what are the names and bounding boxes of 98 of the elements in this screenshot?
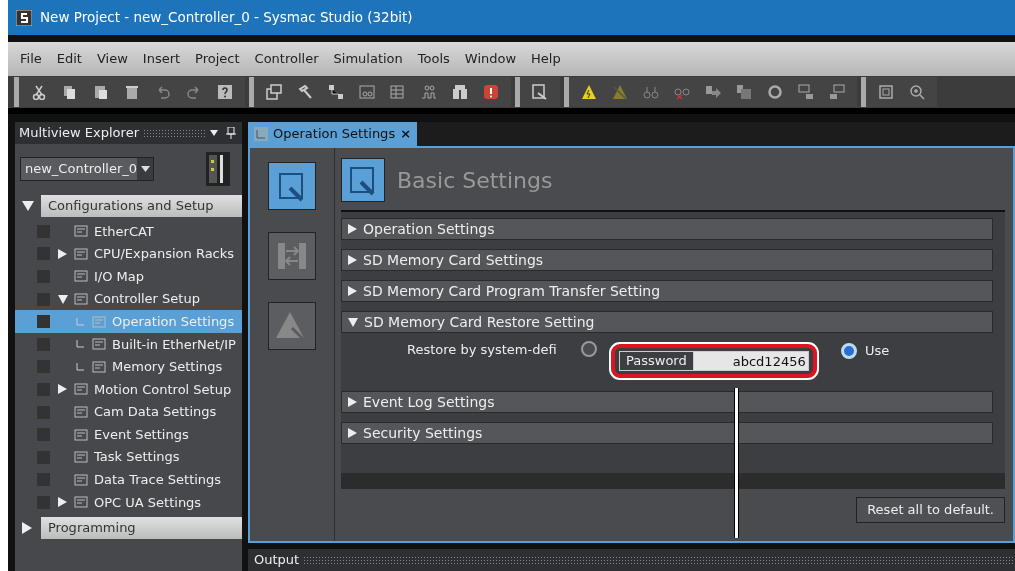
horizontal-scrollbar[interactable] <box>341 473 1005 489</box>
tree-node-icon <box>74 405 88 420</box>
tree-item[interactable]: Motion Control Setup <box>15 378 242 401</box>
controller-dropdown[interactable]: new_Controller_0 <box>20 157 154 181</box>
trash-icon[interactable] <box>124 84 140 100</box>
radio-label: Use <box>865 342 890 360</box>
hammer-icon[interactable] <box>297 84 313 100</box>
tree-node-icon <box>74 292 88 307</box>
side-view-button[interactable] <box>268 162 316 210</box>
section-header[interactable]: Configurations and Setup <box>41 195 242 217</box>
side-view-button[interactable] <box>268 302 316 350</box>
stack-icon[interactable] <box>736 84 752 100</box>
tree-node-icon <box>74 269 88 284</box>
password-label: Password <box>619 351 693 371</box>
device-compare-icon[interactable] <box>798 84 814 100</box>
tree-item[interactable]: I/O Map <box>15 265 242 288</box>
tree-item[interactable]: Cam Data Settings <box>15 400 242 424</box>
tree-node-icon <box>92 314 106 329</box>
branch-line-icon <box>76 317 84 326</box>
tree-item[interactable]: Built-in EtherNet/IP <box>15 332 242 356</box>
collapsed-arrow-icon[interactable] <box>58 384 67 395</box>
collapsed-arrow-icon[interactable] <box>58 497 67 508</box>
settings-section-header[interactable]: SD Memory Card Program Transfer Setting <box>341 280 993 302</box>
waveform-icon[interactable] <box>421 84 437 100</box>
menu-item[interactable]: Project <box>195 49 240 69</box>
transfer-arrows-icon <box>276 240 308 272</box>
tree-node-icon <box>74 472 88 487</box>
tree-node-icon <box>92 337 106 352</box>
window-icon[interactable] <box>266 84 282 100</box>
monitor-icon[interactable] <box>359 84 375 100</box>
app-logo-icon <box>16 9 32 26</box>
menu-item[interactable]: View <box>96 49 128 69</box>
undo-icon[interactable] <box>155 84 171 100</box>
window-title: New Project - new_Controller_0 - Sysmac Studio (32bit) <box>40 8 413 28</box>
settings-section-header[interactable]: SD Memory Card Restore Setting <box>341 311 993 333</box>
branch-line-icon <box>76 340 84 349</box>
glasses-icon[interactable] <box>643 84 659 100</box>
table-icon[interactable] <box>390 84 406 100</box>
tree-node-icon <box>92 359 106 374</box>
tree-item[interactable]: OPC UA Settings <box>15 491 242 514</box>
branch-line-icon <box>76 362 84 371</box>
tree-node-icon <box>74 224 88 239</box>
menu-item[interactable]: Help <box>531 49 561 69</box>
setting-label: Restore by system-defi <box>407 341 557 359</box>
menu-item[interactable]: Edit <box>56 49 82 69</box>
copy-icon[interactable] <box>62 84 78 100</box>
menu-item[interactable]: Tools <box>417 49 450 69</box>
help-icon[interactable] <box>217 84 233 100</box>
fit-frame-icon[interactable] <box>878 84 894 100</box>
menu-item[interactable]: Controller <box>254 49 319 69</box>
expanded-arrow-icon[interactable] <box>58 294 68 304</box>
warning-icon[interactable] <box>581 84 597 100</box>
scissors-icon[interactable] <box>31 84 47 100</box>
transfer-icon[interactable] <box>705 84 721 100</box>
tree-node-icon <box>74 450 88 465</box>
menu-item[interactable]: Simulation <box>333 49 403 69</box>
password-field[interactable]: abcd12456 <box>692 351 809 371</box>
controller-device-icon <box>206 152 230 186</box>
zoom-in-icon[interactable] <box>909 84 925 100</box>
device-link-icon[interactable] <box>829 84 845 100</box>
collapsed-arrow-icon[interactable] <box>22 521 32 534</box>
close-tab-button[interactable]: × <box>400 124 412 144</box>
network-icon[interactable] <box>328 84 344 100</box>
dropdown-caret-icon[interactable] <box>210 130 218 136</box>
tree-item[interactable]: Controller Setup <box>15 287 242 311</box>
tree-item[interactable]: Task Settings <box>15 445 242 469</box>
menu-item[interactable]: Window <box>464 49 517 69</box>
collapsed-arrow-icon[interactable] <box>58 248 67 259</box>
tree-item[interactable]: Memory Settings <box>15 355 242 379</box>
reset-button[interactable]: Reset all to default. <box>856 497 1005 523</box>
redo-icon[interactable] <box>186 84 202 100</box>
radio-button[interactable] <box>581 341 597 357</box>
tree-item[interactable]: EtherCAT <box>15 220 242 243</box>
section-header[interactable]: Programming <box>41 516 242 539</box>
caret-icon <box>140 166 150 172</box>
tree-item[interactable]: Data Trace Settings <box>15 468 242 492</box>
tree-node-icon <box>74 246 88 261</box>
settings-section-header[interactable]: Event Log Settings <box>341 391 993 413</box>
page-heading: Basic Settings <box>397 166 553 195</box>
tree-node-icon <box>74 382 88 397</box>
menu-item[interactable]: File <box>20 49 42 69</box>
edit-window-icon[interactable] <box>532 84 548 100</box>
panel-title: Output <box>254 551 300 570</box>
settings-section-header[interactable]: SD Memory Card Settings <box>341 249 993 271</box>
pin-icon[interactable] <box>226 127 236 139</box>
settings-section-header[interactable]: Operation Settings <box>341 218 993 240</box>
tree-node-icon <box>74 427 88 442</box>
expanded-arrow-icon[interactable] <box>22 201 34 211</box>
tree-node-icon <box>74 495 88 510</box>
error-icon[interactable] <box>483 84 499 100</box>
tree-item[interactable]: Event Settings <box>15 423 242 446</box>
settings-section-header[interactable]: Security Settings <box>341 422 993 444</box>
side-view-button[interactable] <box>268 232 316 280</box>
paste-icon[interactable] <box>93 84 109 100</box>
tree-item[interactable]: CPU/Expansion Racks <box>15 242 242 266</box>
menu-item[interactable]: Insert <box>142 49 181 69</box>
editor-tab[interactable]: Operation Settings × <box>248 122 418 146</box>
panel-title: Multiview Explorer <box>19 124 139 143</box>
